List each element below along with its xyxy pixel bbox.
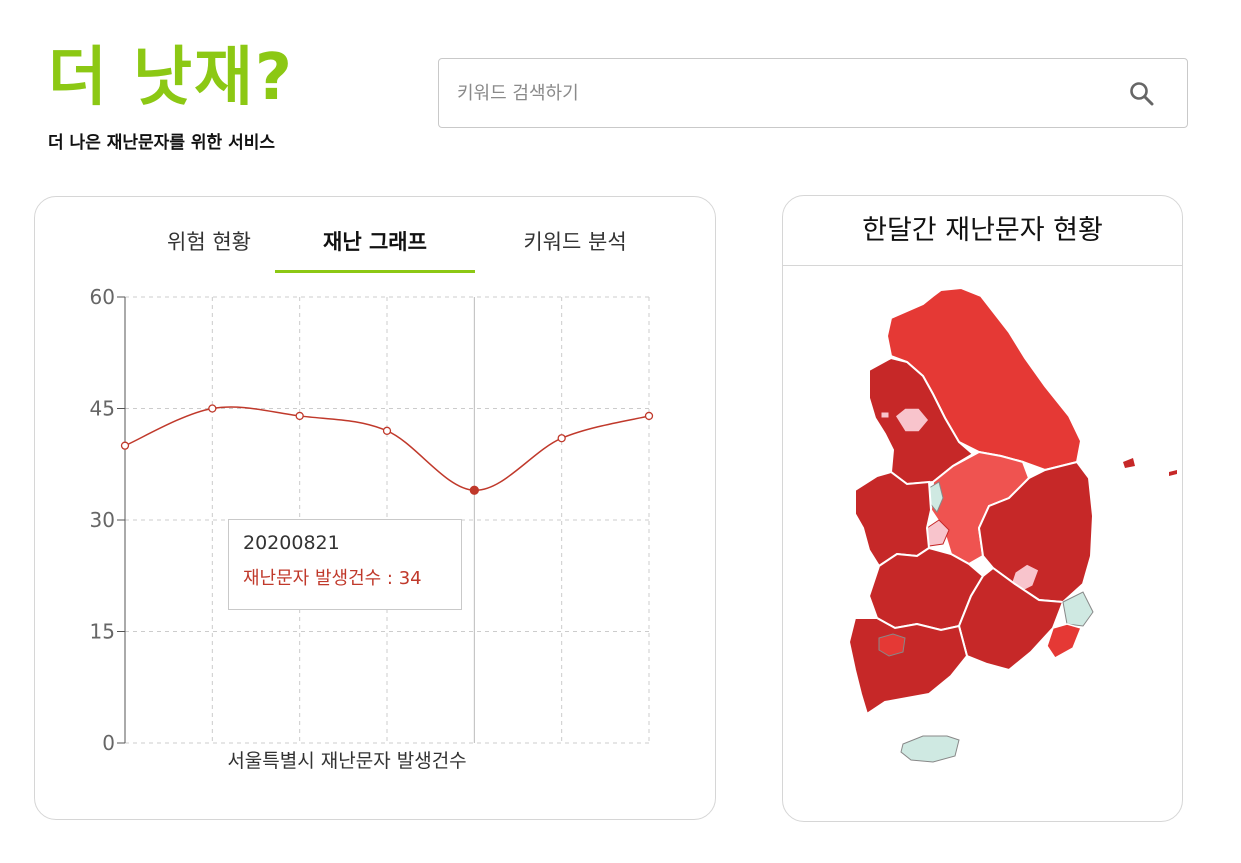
region-incheon[interactable]	[880, 411, 890, 419]
map-title: 한달간 재난문자 현황	[783, 196, 1182, 266]
tooltip-date: 20200821	[243, 532, 340, 554]
data-point	[295, 411, 304, 421]
data-point	[208, 404, 217, 413]
data-point	[557, 434, 566, 443]
y-tick-label: 60	[90, 285, 115, 309]
search-button[interactable]	[1127, 79, 1157, 109]
region-jeju[interactable]	[900, 735, 960, 763]
map-panel: 한달간 재난문자 현황	[782, 195, 1183, 822]
korea-map	[847, 286, 1177, 763]
region-jeonnam[interactable]	[847, 617, 969, 716]
region-chungnam[interactable]	[854, 470, 933, 568]
tab-keyword-analysis[interactable]: 키워드 분석	[475, 223, 675, 273]
data-point	[120, 441, 130, 450]
search-box	[438, 58, 1188, 128]
region-ulleungdo	[1123, 458, 1135, 468]
y-tick-label: 30	[90, 508, 115, 532]
graph-panel: 위험 현황 재난 그래프 키워드 분석 0 15 30 45 60 서울특별시 재난문자 …	[34, 196, 716, 820]
brand-title: 더 낫재?	[48, 41, 295, 115]
tab-bar: 위험 현황 재난 그래프 키워드 분석	[109, 223, 709, 273]
chart-tooltip: 20200821 재난문자 발생건수 : 34	[228, 519, 462, 610]
y-tick-label: 45	[90, 397, 115, 421]
region-gwangju[interactable]	[878, 633, 906, 657]
region-busan[interactable]	[1046, 623, 1083, 659]
y-tick-label: 0	[102, 731, 115, 755]
data-point	[469, 485, 479, 495]
brand-subtitle: 더 나은 재난문자를 위한 서비스	[48, 133, 275, 153]
data-point	[644, 411, 654, 421]
data-point	[382, 426, 392, 435]
x-axis-label: 서울특별시 재난문자 발생건수	[227, 750, 466, 772]
search-input[interactable]	[457, 59, 1097, 127]
y-tick-label: 15	[90, 620, 115, 644]
tooltip-value: 재난문자 발생건수 : 34	[243, 568, 422, 589]
region-dokdo	[1169, 470, 1177, 476]
search-icon	[1130, 82, 1154, 106]
tab-disaster-graph[interactable]: 재난 그래프	[275, 223, 475, 273]
